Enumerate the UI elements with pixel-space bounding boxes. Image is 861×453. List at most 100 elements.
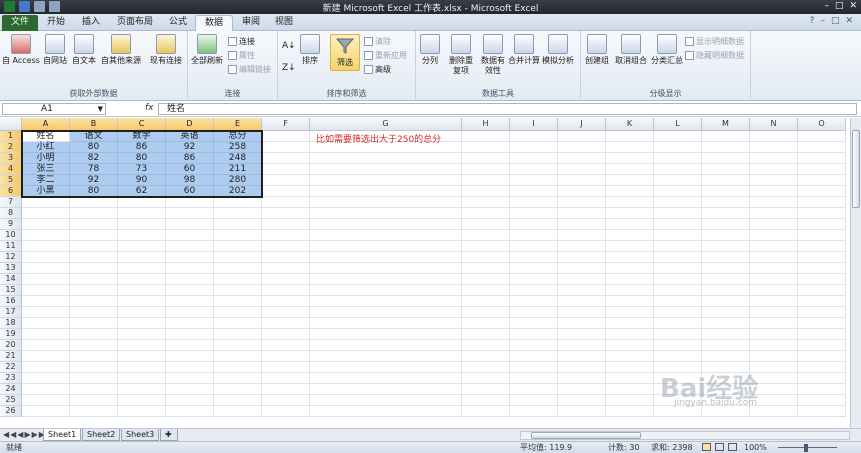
- cell[interactable]: [606, 164, 654, 175]
- cell[interactable]: [750, 351, 798, 362]
- cell[interactable]: [70, 329, 118, 340]
- cell[interactable]: 80: [70, 142, 118, 153]
- cell[interactable]: [70, 318, 118, 329]
- cell[interactable]: [510, 296, 558, 307]
- cell[interactable]: 数学: [118, 131, 166, 142]
- cell[interactable]: [510, 351, 558, 362]
- cell[interactable]: [262, 296, 310, 307]
- cell[interactable]: [262, 175, 310, 186]
- from-other-sources-button[interactable]: 自其他来源: [101, 34, 141, 66]
- cell[interactable]: [462, 175, 510, 186]
- reapply-button[interactable]: 重新应用: [364, 50, 407, 61]
- cell[interactable]: [462, 153, 510, 164]
- cell[interactable]: [606, 285, 654, 296]
- cell[interactable]: [22, 197, 70, 208]
- cell[interactable]: [214, 395, 262, 406]
- refresh-all-button[interactable]: 全部刷新: [191, 34, 223, 66]
- cell[interactable]: [214, 318, 262, 329]
- cell[interactable]: [606, 153, 654, 164]
- cell[interactable]: [166, 351, 214, 362]
- cell[interactable]: [798, 186, 846, 197]
- cell[interactable]: [702, 252, 750, 263]
- insert-sheet-icon[interactable]: ✚: [160, 429, 178, 441]
- advanced-filter-button[interactable]: 高级: [364, 64, 391, 75]
- row-header[interactable]: 6: [0, 186, 22, 197]
- cell[interactable]: 90: [118, 175, 166, 186]
- cell[interactable]: [606, 175, 654, 186]
- cell[interactable]: [702, 230, 750, 241]
- cell[interactable]: [22, 384, 70, 395]
- cell[interactable]: [462, 329, 510, 340]
- cell[interactable]: [798, 329, 846, 340]
- cell[interactable]: [70, 362, 118, 373]
- cell[interactable]: [558, 329, 606, 340]
- cell[interactable]: [654, 340, 702, 351]
- cell[interactable]: [22, 296, 70, 307]
- normal-view-icon[interactable]: [702, 443, 711, 451]
- cell[interactable]: [702, 340, 750, 351]
- cell[interactable]: [798, 296, 846, 307]
- cell[interactable]: [462, 142, 510, 153]
- cell[interactable]: [654, 329, 702, 340]
- cell[interactable]: [462, 406, 510, 417]
- cell[interactable]: [462, 340, 510, 351]
- cell[interactable]: 98: [166, 175, 214, 186]
- cell[interactable]: [262, 197, 310, 208]
- column-header[interactable]: K: [606, 118, 654, 131]
- cell[interactable]: [510, 252, 558, 263]
- cell[interactable]: [654, 131, 702, 142]
- sort-button[interactable]: 排序: [300, 34, 320, 66]
- cell[interactable]: [654, 263, 702, 274]
- from-access-button[interactable]: 自 Access: [2, 34, 40, 66]
- cell[interactable]: [118, 219, 166, 230]
- cell[interactable]: 李二: [22, 175, 70, 186]
- cell[interactable]: [798, 351, 846, 362]
- cell[interactable]: [22, 351, 70, 362]
- cell[interactable]: [606, 219, 654, 230]
- cell[interactable]: [166, 296, 214, 307]
- cell[interactable]: [798, 252, 846, 263]
- cell[interactable]: [214, 241, 262, 252]
- cell[interactable]: [462, 131, 510, 142]
- horizontal-scroll-thumb[interactable]: [531, 432, 641, 439]
- cell[interactable]: [462, 318, 510, 329]
- row-header[interactable]: 19: [0, 329, 22, 340]
- cell[interactable]: [22, 340, 70, 351]
- cell[interactable]: [462, 186, 510, 197]
- cell[interactable]: [510, 197, 558, 208]
- data-validation-button[interactable]: 数据有效性: [478, 34, 508, 76]
- page-layout-view-icon[interactable]: [715, 443, 724, 451]
- cell[interactable]: [654, 142, 702, 153]
- cell[interactable]: [654, 197, 702, 208]
- cell[interactable]: [606, 406, 654, 417]
- cell[interactable]: [558, 307, 606, 318]
- cell[interactable]: [654, 285, 702, 296]
- cell[interactable]: [310, 274, 462, 285]
- tab-file[interactable]: 文件: [2, 15, 39, 31]
- row-header[interactable]: 10: [0, 230, 22, 241]
- cell[interactable]: [654, 164, 702, 175]
- cell[interactable]: [558, 318, 606, 329]
- cell[interactable]: [558, 285, 606, 296]
- cell[interactable]: 语文: [70, 131, 118, 142]
- cell[interactable]: [214, 373, 262, 384]
- cell[interactable]: [70, 340, 118, 351]
- cell[interactable]: [750, 274, 798, 285]
- cell[interactable]: [462, 252, 510, 263]
- cell[interactable]: [606, 373, 654, 384]
- row-header[interactable]: 23: [0, 373, 22, 384]
- cell[interactable]: [510, 362, 558, 373]
- cell[interactable]: [462, 384, 510, 395]
- cell[interactable]: [606, 318, 654, 329]
- cell[interactable]: [606, 252, 654, 263]
- cell[interactable]: [702, 197, 750, 208]
- cell[interactable]: [606, 241, 654, 252]
- cell[interactable]: [702, 142, 750, 153]
- cell[interactable]: [558, 384, 606, 395]
- cell[interactable]: [510, 384, 558, 395]
- cell[interactable]: [462, 208, 510, 219]
- cell[interactable]: [798, 219, 846, 230]
- vertical-scrollbar[interactable]: [850, 118, 861, 428]
- cell[interactable]: [462, 296, 510, 307]
- cell[interactable]: [214, 406, 262, 417]
